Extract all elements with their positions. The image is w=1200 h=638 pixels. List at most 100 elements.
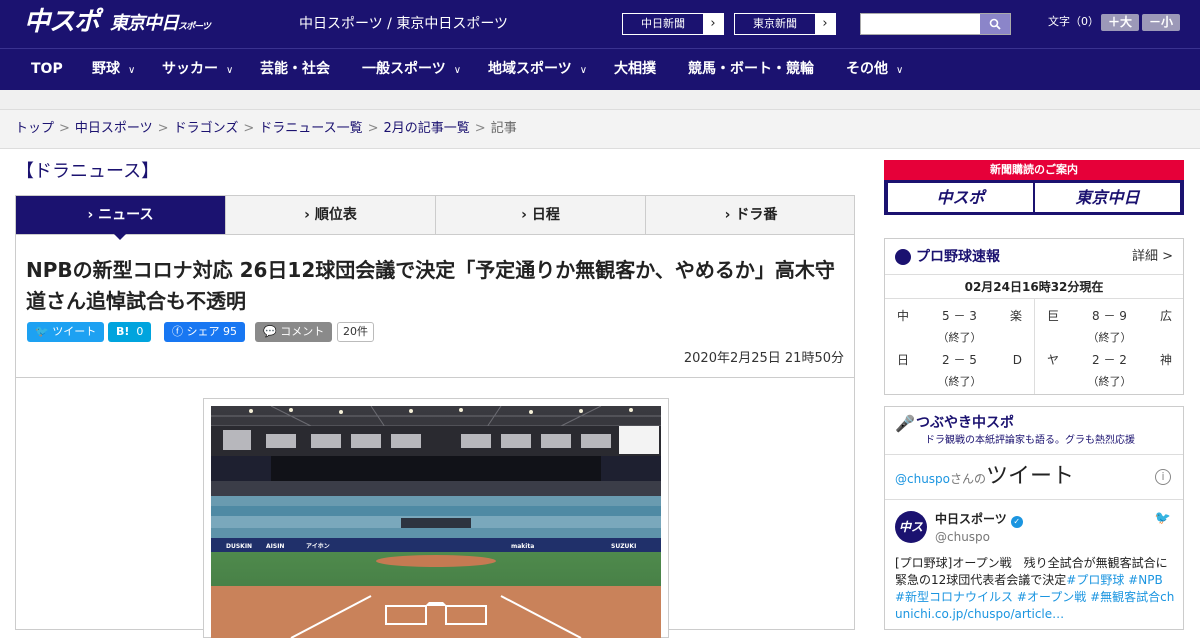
- tweet-hashtag-link[interactable]: #オープン戦: [1017, 590, 1086, 604]
- breadcrumb-separator: >: [367, 121, 379, 136]
- facebook-share-button[interactable]: ⓕ シェア 95: [164, 322, 245, 342]
- tweets-by-line: @chuspoさんのツイート: [895, 462, 1074, 494]
- breadcrumb-separator: >: [474, 121, 486, 136]
- nav-label: 野球: [92, 61, 120, 77]
- nav-label: TOP: [31, 61, 63, 77]
- score: 2 － 5: [942, 353, 977, 367]
- baseball-icon: [895, 249, 911, 265]
- game-score[interactable]: 巨 8 － 9 広 （終了）: [1035, 305, 1184, 349]
- hatena-icon: B!: [116, 325, 130, 338]
- handle-suffix: さんの: [950, 472, 987, 486]
- nav-keiba[interactable]: 競馬・ボート・競輪: [688, 49, 814, 91]
- tokyo-shimbun-link[interactable]: 東京新聞 ›: [734, 13, 836, 35]
- nav-other[interactable]: その他 ∨: [846, 49, 903, 91]
- facebook-share-label: シェア: [186, 325, 220, 338]
- comment-label: コメント: [280, 325, 325, 338]
- team-away: 神: [1159, 353, 1172, 367]
- breadcrumb-chuspo[interactable]: 中日スポーツ: [75, 121, 153, 136]
- breadcrumb-dora-news[interactable]: ドラニュース一覧: [259, 121, 362, 136]
- tab-standings[interactable]: › 順位表: [226, 196, 436, 234]
- comment-button[interactable]: 💬 コメント: [255, 322, 333, 342]
- tweet-hashtag-link[interactable]: #NPB: [1128, 573, 1163, 587]
- nav-general-sports[interactable]: 一般スポーツ ∨: [362, 49, 461, 91]
- search-icon: [989, 18, 1001, 30]
- nav-top[interactable]: TOP: [31, 49, 63, 91]
- svg-text:DUSKIN: DUSKIN: [226, 543, 252, 550]
- chunichi-shimbun-link[interactable]: 中日新聞 ›: [622, 13, 724, 35]
- scores-detail-link[interactable]: 詳細 >: [1132, 248, 1173, 266]
- nav-entertainment[interactable]: 芸能・社会: [260, 49, 330, 91]
- breadcrumb-dragons[interactable]: ドラゴンズ: [174, 121, 239, 136]
- scores-header: プロ野球速報 詳細 >: [885, 239, 1183, 275]
- twitter-bird-icon: 🐦: [35, 325, 49, 338]
- hatena-button[interactable]: B! 0: [108, 322, 152, 342]
- score: 5 － 3: [942, 309, 977, 323]
- team-home: 巨: [1047, 309, 1060, 323]
- pro-baseball-scores: プロ野球速報 詳細 > 02月24日16時32分現在 中 5 － 3 楽 （終了…: [884, 238, 1184, 395]
- nav-local-sports[interactable]: 地域スポーツ ∨: [488, 49, 587, 91]
- team-home: 中: [897, 309, 910, 323]
- breadcrumb-top[interactable]: トップ: [15, 121, 54, 136]
- tweet-hashtag-link[interactable]: #無観客試合: [1090, 590, 1160, 604]
- nav-label: 芸能・社会: [260, 61, 330, 77]
- twitter-widget: 🎤 つぶやき中スポ ドラ観戦の本紙評論家も語る。グラも熱烈応援 @chuspoさ…: [884, 406, 1184, 630]
- game-score[interactable]: ヤ 2 － 2 神 （終了）: [1035, 349, 1184, 393]
- team-home: ヤ: [1047, 353, 1060, 367]
- tokyo-chunichi-subscribe-logo: 東京中日: [1035, 183, 1180, 212]
- twitter-handle-link[interactable]: @chuspo: [895, 472, 950, 486]
- scores-timestamp: 02月24日16時32分現在: [885, 275, 1183, 299]
- tab-dora-ban[interactable]: › ドラ番: [646, 196, 856, 234]
- nav-sumo[interactable]: 大相撲: [614, 49, 656, 91]
- divider: [16, 377, 854, 378]
- tokyo-chunichi-logo[interactable]: 東京中日スポーツ: [110, 12, 211, 39]
- top-header: 中スポ 東京中日スポーツ 中日スポーツ / 東京中日スポーツ 中日新聞 › 東京…: [0, 0, 1200, 48]
- twitter-widget-title: つぶやき中スポ: [916, 415, 1014, 431]
- twitter-widget-subtitle: ドラ観戦の本紙評論家も語る。グラも熱烈応援: [925, 435, 1135, 446]
- tweet-hashtag-link[interactable]: #新型コロナウイルス: [895, 590, 1013, 604]
- tweet-hashtag-link[interactable]: #プロ野球: [1066, 573, 1124, 587]
- chevron-right-icon: ›: [822, 16, 828, 31]
- article: NPBの新型コロナ対応 26日12球団会議で決定「予定通りか無観客か、やめるか」…: [15, 235, 855, 638]
- nav-label: 大相撲: [614, 61, 656, 77]
- tweet-label: ツイート: [52, 325, 97, 338]
- game-status: （終了）: [937, 375, 982, 388]
- section-tabs: › ニュース › 順位表 › 日程 › ドラ番: [15, 195, 856, 240]
- search-button[interactable]: [980, 14, 1010, 34]
- team-away: 楽: [1009, 309, 1022, 323]
- breadcrumb-current: 記事: [490, 121, 517, 136]
- tokyo-logo-small: スポーツ: [178, 22, 211, 32]
- twitter-bird-icon[interactable]: 🐦: [1155, 511, 1171, 526]
- search-box: [860, 13, 1011, 35]
- publish-date: 2020年2月25日 21時50分: [683, 351, 844, 366]
- article-photo-frame: DUSKIN AISIN アイホン makita SUZUKI: [203, 398, 669, 638]
- game-score[interactable]: 日 2 － 5 D （終了）: [885, 349, 1034, 393]
- stadium-photo[interactable]: DUSKIN AISIN アイホン makita SUZUKI: [211, 406, 661, 638]
- game-status: （終了）: [1087, 331, 1132, 344]
- microphone-icon: 🎤: [895, 414, 915, 433]
- tweet-screen-name[interactable]: @chuspo: [935, 529, 990, 545]
- hatena-count: 0: [136, 325, 144, 338]
- article-title: NPBの新型コロナ対応 26日12球団会議で決定「予定通りか無観客か、やめるか」…: [26, 258, 835, 313]
- tab-news[interactable]: › ニュース: [16, 196, 226, 240]
- game-score[interactable]: 中 5 － 3 楽 （終了）: [885, 305, 1034, 349]
- score: 2 － 2: [1092, 353, 1127, 367]
- nav-label: その他: [846, 61, 888, 77]
- avatar[interactable]: 中スポ: [895, 511, 927, 566]
- tab-schedule[interactable]: › 日程: [436, 196, 646, 234]
- font-size-decrease-button[interactable]: －小: [1142, 14, 1180, 31]
- tweet-author-name[interactable]: 中日スポーツ ✓: [935, 511, 1023, 528]
- breadcrumb-february[interactable]: 2月の記事一覧: [384, 121, 470, 136]
- verified-badge-icon: ✓: [1010, 516, 1023, 528]
- info-icon[interactable]: i: [1155, 469, 1171, 485]
- twitter-widget-header: 🎤 つぶやき中スポ ドラ観戦の本紙評論家も語る。グラも熱烈応援: [885, 407, 1183, 455]
- search-input[interactable]: [861, 14, 981, 34]
- breadcrumb-separator: >: [157, 121, 169, 136]
- font-size-increase-button[interactable]: ＋大: [1101, 14, 1139, 31]
- subscription-banner[interactable]: 新聞購読のご案内 中スポ 東京中日: [884, 160, 1184, 215]
- nav-soccer[interactable]: サッカー ∨: [162, 49, 233, 91]
- tweets-label: ツイート: [986, 464, 1075, 489]
- tweet-button[interactable]: 🐦 ツイート: [27, 322, 105, 342]
- tweet-text: [プロ野球]オープン戦 残り全試合が無観客試合に 緊急の12球団代表者会議で決定…: [895, 555, 1180, 623]
- chuspo-logo[interactable]: 中スポ: [24, 6, 100, 38]
- nav-baseball[interactable]: 野球 ∨: [92, 49, 135, 91]
